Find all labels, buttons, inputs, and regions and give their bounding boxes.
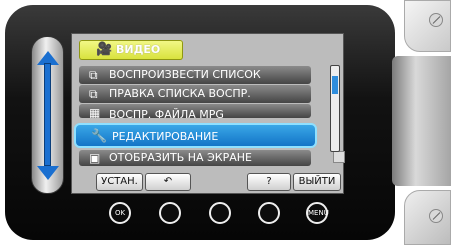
hard-button-3[interactable] <box>209 202 231 224</box>
slider-track[interactable] <box>44 63 51 166</box>
set-button[interactable]: УСТАН. <box>96 173 143 191</box>
menu-title-tab: 🎥 ВИДЕО <box>79 40 183 60</box>
menu-item[interactable]: ⧉ ПРАВКА СПИСКА ВОСПР. <box>79 85 311 103</box>
lcd-hinge <box>388 0 451 245</box>
help-button[interactable]: ? <box>247 173 291 191</box>
menu-item-selected[interactable]: 🔧 РЕДАКТИРОВАНИЕ <box>74 123 317 148</box>
edit-playlist-icon: ⧉ <box>89 87 98 101</box>
playlist-icon: ⧉ <box>89 68 98 82</box>
menu-item[interactable]: ⧉ ВОСПРОИЗВЕСТИ СПИСОК <box>79 66 311 84</box>
softkey-bar: УСТАН. ↶ ? ВЫЙТИ <box>96 173 341 191</box>
display-icon: ▣ <box>89 151 101 165</box>
ok-button[interactable]: OK <box>109 202 131 224</box>
mpg-file-icon: ▦ <box>89 106 101 118</box>
hinge-barrel <box>392 56 451 186</box>
arrow-down-icon[interactable] <box>37 166 59 180</box>
menu-item[interactable]: ▣ ОТОБРАЗИТЬ НА ЭКРАНЕ <box>79 150 311 166</box>
back-button[interactable]: ↶ <box>145 173 191 191</box>
screw-icon <box>429 209 443 223</box>
hard-button-4[interactable] <box>258 202 280 224</box>
display-badge-icon <box>333 151 345 163</box>
menu-title: ВИДЕО <box>116 43 161 56</box>
hinge-top-plate <box>404 0 451 52</box>
video-camera-icon: 🎥 <box>96 42 113 57</box>
exit-button[interactable]: ВЫЙТИ <box>293 173 341 191</box>
touch-slider[interactable] <box>31 36 64 194</box>
hard-button-2[interactable] <box>159 202 181 224</box>
hinge-bottom-plate <box>404 190 451 245</box>
screw-icon <box>429 13 443 27</box>
wrench-icon: 🔧 <box>91 129 108 144</box>
menu-button[interactable]: MENU <box>306 202 329 224</box>
scrollbar[interactable] <box>330 65 340 152</box>
menu-screen: 🎥 ВИДЕО ⧉ ВОСПРОИЗВЕСТИ СПИСОК ⧉ ПРАВКА … <box>71 33 345 194</box>
menu-item[interactable]: ▦ ВОСПР. ФАЙЛА MPG <box>79 104 311 118</box>
scrollbar-thumb[interactable] <box>332 76 338 94</box>
